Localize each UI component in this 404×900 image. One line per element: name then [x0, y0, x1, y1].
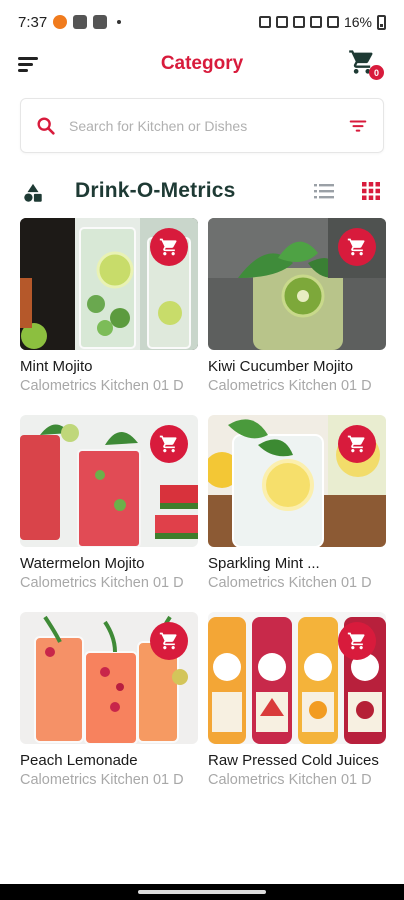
product-kitchen: Calometrics Kitchen 01 D — [208, 575, 372, 591]
product-card[interactable]: Mint Mojito Calometrics Kitchen 01 D — [20, 218, 198, 415]
grid-view-icon[interactable] — [362, 182, 380, 200]
cart-icon — [159, 632, 177, 650]
add-to-cart-button[interactable] — [150, 228, 188, 266]
system-nav-bar — [0, 884, 404, 900]
search-icon[interactable] — [35, 115, 57, 137]
product-card[interactable]: Sparkling Mint ... Calometrics Kitchen 0… — [208, 415, 386, 612]
battery-text: 16% — [343, 14, 372, 30]
product-name: Kiwi Cucumber Mojito — [208, 358, 354, 375]
filter-icon[interactable] — [347, 115, 369, 137]
cart-icon — [347, 238, 365, 256]
notification-image-icon — [93, 15, 108, 29]
product-name: Peach Lemonade — [20, 752, 138, 769]
status-time: 7:37 — [18, 13, 48, 31]
menu-icon[interactable] — [18, 54, 40, 74]
product-card[interactable]: Peach Lemonade Calometrics Kitchen 01 D — [20, 612, 198, 809]
product-card[interactable]: Raw Pressed Cold Juices Calometrics Kitc… — [208, 612, 386, 809]
product-kitchen: Calometrics Kitchen 01 D — [208, 772, 372, 788]
status-left: 7:37 — [18, 13, 122, 31]
battery-icon — [377, 14, 386, 30]
cart-icon — [347, 435, 365, 453]
status-bar: 7:37 16% — [0, 0, 404, 44]
cart-icon — [159, 238, 177, 256]
add-to-cart-button[interactable] — [338, 622, 376, 660]
product-image — [208, 218, 386, 350]
search-bar — [20, 98, 384, 153]
alarm-icon — [275, 16, 288, 28]
product-kitchen: Calometrics Kitchen 01 D — [20, 378, 184, 394]
product-image — [20, 415, 198, 547]
status-right: 16% — [258, 14, 386, 30]
home-gesture-handle[interactable] — [138, 890, 266, 894]
notification-sim-icon — [73, 15, 88, 29]
product-card[interactable]: Watermelon Mojito Calometrics Kitchen 01… — [20, 415, 198, 612]
product-name: Mint Mojito — [20, 358, 93, 375]
add-to-cart-button[interactable] — [338, 228, 376, 266]
product-name: Sparkling Mint ... — [208, 555, 320, 572]
lock-icon — [258, 16, 271, 28]
category-shapes-icon — [24, 183, 42, 202]
product-image — [208, 612, 386, 744]
cart-button[interactable]: 0 — [348, 48, 384, 80]
product-kitchen: Calometrics Kitchen 01 D — [20, 772, 184, 788]
add-to-cart-button[interactable] — [150, 425, 188, 463]
notification-app-icon — [53, 15, 68, 29]
product-name: Raw Pressed Cold Juices — [208, 752, 379, 769]
page-title: Category — [160, 53, 244, 74]
app-header: Category 0 — [0, 44, 404, 84]
more-notifications-icon — [117, 20, 122, 24]
product-image — [208, 415, 386, 547]
search-input[interactable] — [69, 117, 347, 134]
product-kitchen: Calometrics Kitchen 01 D — [208, 378, 372, 394]
mute-icon — [292, 16, 305, 28]
product-card[interactable]: Kiwi Cucumber Mojito Calometrics Kitchen… — [208, 218, 386, 415]
cart-icon — [159, 435, 177, 453]
list-view-icon[interactable] — [314, 182, 334, 200]
cart-icon — [347, 632, 365, 650]
signal-icon — [326, 16, 339, 28]
product-name: Watermelon Mojito — [20, 555, 145, 572]
wifi-icon — [309, 16, 322, 28]
product-image — [20, 612, 198, 744]
product-grid: Mint Mojito Calometrics Kitchen 01 D Kiw… — [20, 218, 386, 809]
cart-count-badge: 0 — [369, 65, 384, 80]
section-bar: Drink-O-Metrics — [0, 170, 404, 214]
section-title: Drink-O-Metrics — [75, 179, 236, 202]
add-to-cart-button[interactable] — [338, 425, 376, 463]
product-kitchen: Calometrics Kitchen 01 D — [20, 575, 184, 591]
product-image — [20, 218, 198, 350]
add-to-cart-button[interactable] — [150, 622, 188, 660]
